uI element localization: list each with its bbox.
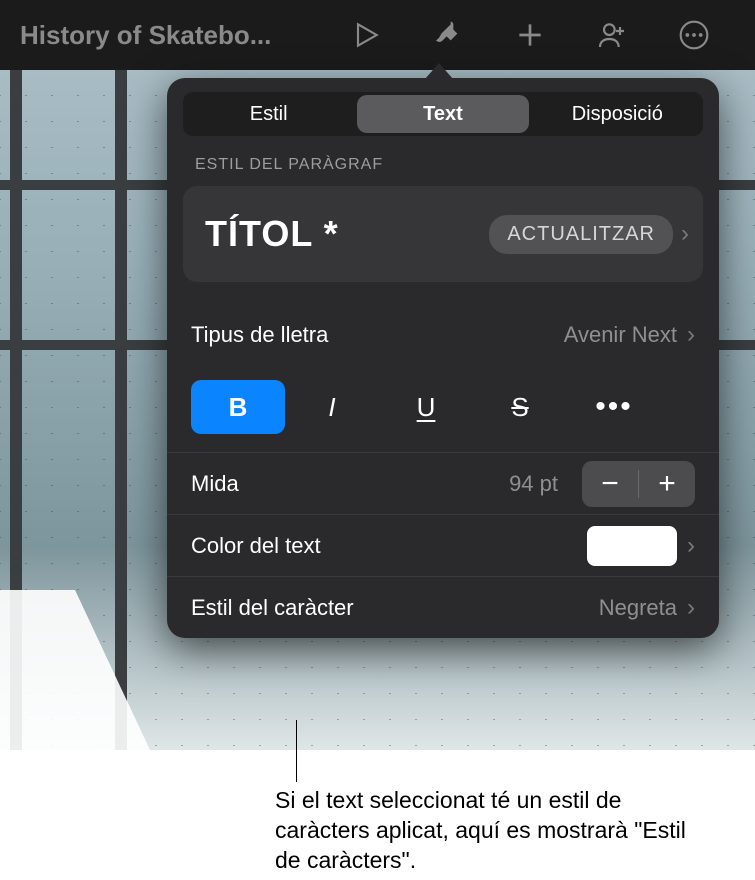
person-add-icon bbox=[596, 19, 628, 51]
tab-style[interactable]: Estil bbox=[183, 92, 354, 136]
more-button[interactable] bbox=[658, 0, 730, 70]
popover-arrow bbox=[425, 63, 453, 79]
size-value[interactable]: 94 pt bbox=[509, 471, 558, 497]
paragraph-style-heading: ESTIL DEL PARÀGRAF bbox=[167, 156, 719, 186]
app-toolbar: History of Skatebo... bbox=[0, 0, 755, 70]
size-increase-button[interactable]: + bbox=[639, 461, 695, 507]
paragraph-style-picker[interactable]: TÍTOL * ACTUALITZAR › bbox=[183, 186, 703, 282]
update-style-button[interactable]: ACTUALITZAR bbox=[489, 215, 673, 254]
size-decrease-button[interactable]: − bbox=[582, 461, 638, 507]
text-color-label: Color del text bbox=[191, 533, 587, 559]
size-label: Mida bbox=[191, 471, 509, 497]
font-label: Tipus de lletra bbox=[191, 322, 564, 348]
play-button[interactable] bbox=[330, 0, 402, 70]
paragraph-style-name: TÍTOL * bbox=[205, 213, 489, 255]
size-row: Mida 94 pt − + bbox=[167, 452, 719, 514]
collaborate-button[interactable] bbox=[576, 0, 648, 70]
font-value: Avenir Next bbox=[564, 322, 677, 348]
add-button[interactable] bbox=[494, 0, 566, 70]
play-icon bbox=[350, 19, 382, 51]
underline-button[interactable]: U bbox=[379, 380, 473, 434]
chevron-right-icon: › bbox=[687, 321, 695, 349]
character-style-label: Estil del caràcter bbox=[191, 595, 599, 621]
format-brush-button[interactable] bbox=[412, 0, 484, 70]
text-color-row[interactable]: Color del text › bbox=[167, 514, 719, 576]
chevron-right-icon: › bbox=[687, 594, 695, 622]
chevron-right-icon: › bbox=[681, 220, 689, 248]
size-stepper: − + bbox=[582, 461, 695, 507]
character-style-value: Negreta bbox=[599, 595, 677, 621]
bold-button[interactable]: B bbox=[191, 380, 285, 434]
plus-icon bbox=[514, 19, 546, 51]
format-popover: Estil Text Disposició ESTIL DEL PARÀGRAF… bbox=[167, 78, 719, 638]
format-tabs: Estil Text Disposició bbox=[183, 92, 703, 136]
tab-layout[interactable]: Disposició bbox=[532, 92, 703, 136]
fence-post bbox=[115, 70, 127, 750]
strikethrough-button[interactable]: S bbox=[473, 380, 567, 434]
text-color-swatch[interactable] bbox=[587, 526, 677, 566]
font-row[interactable]: Tipus de lletra Avenir Next › bbox=[167, 304, 719, 366]
chevron-right-icon: › bbox=[687, 532, 695, 560]
callout-leader-line bbox=[296, 720, 297, 782]
more-text-options-button[interactable]: ••• bbox=[567, 380, 661, 434]
document-title[interactable]: History of Skatebo... bbox=[20, 20, 320, 51]
tab-text[interactable]: Text bbox=[357, 95, 528, 133]
character-style-row[interactable]: Estil del caràcter Negreta › bbox=[167, 576, 719, 638]
italic-button[interactable]: I bbox=[285, 380, 379, 434]
callout-text: Si el text seleccionat té un estil de ca… bbox=[275, 786, 715, 876]
text-options: Tipus de lletra Avenir Next › B I U S ••… bbox=[167, 304, 719, 638]
brush-icon bbox=[432, 19, 464, 51]
text-style-buttons: B I U S ••• bbox=[167, 366, 719, 452]
ellipsis-circle-icon bbox=[678, 19, 710, 51]
